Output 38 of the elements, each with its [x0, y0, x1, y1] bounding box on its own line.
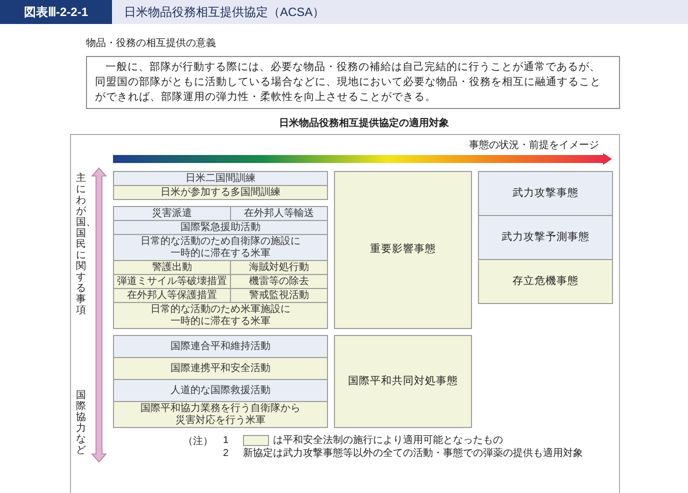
cell-text-line: 災害対応を行う米軍 — [176, 414, 266, 426]
legend-swatch — [243, 435, 269, 446]
situation-box: 武力攻撃予測事態 — [478, 215, 613, 260]
category-cell: 日米二国間訓練 — [113, 171, 328, 186]
cell-text-line: 日常的な活動のため米軍施設に — [150, 304, 290, 316]
category-cell: 在外邦人等保護措置 — [113, 288, 231, 303]
situation-box: 重要影響事態 — [334, 171, 472, 329]
axis-label: 国際協力など — [76, 390, 86, 456]
description-text: 一般に、部隊が行動する際には、必要な物品・役務の補給は自己完結的に行うことが通常であるが、同盟国の部隊がともに活動している場合などに、現地において必要な物品・役務を相互に融通することができれば、部隊運用の弾力性・柔軟性を向上させることができる。 — [86, 56, 620, 109]
note-number: 1 — [223, 434, 230, 447]
category-cell: 在外邦人等輸送 — [230, 206, 328, 221]
category-cell: 海賊対処行動 — [230, 260, 328, 275]
situation-box: 武力攻撃事態 — [478, 171, 613, 216]
category-cell: 国際緊急援助活動 — [113, 220, 328, 235]
category-cell: 国際連携平和安全活動 — [113, 357, 328, 380]
category-cell: 警戒監視活動 — [230, 288, 328, 303]
category-cell: 国際連合平和維持活動 — [113, 335, 328, 358]
note-text: 新協定は武力攻撃事態等以外の全ての活動・事態での弾薬の提供も適用対象 — [243, 447, 583, 460]
note-number: 2 — [223, 447, 230, 460]
section-heading: 物品・役務の相互提供の意義 — [86, 36, 217, 51]
category-cell: 機雷等の除去 — [230, 274, 328, 289]
cell-text-line: 一時的に滞在する米軍 — [170, 316, 270, 328]
cell-text-line: 国際平和協力業務を行う自衛隊から — [140, 402, 300, 414]
notes-label: （注） — [183, 434, 214, 449]
figure-label: 図表Ⅲ-2-2-1 — [0, 0, 112, 24]
note-text: は平和安全法制の施行により適用可能となったもの — [273, 434, 503, 447]
category-cell: 日米が参加する多国間訓練 — [113, 185, 328, 200]
category-cell: 人道的な国際救援活動 — [113, 379, 328, 402]
situation-box: 存立危機事態 — [478, 259, 613, 304]
cell-text-line: 日常的な活動のため自衛隊の施設に — [140, 236, 300, 248]
scale-label: 事態の状況・前提をイメージ — [468, 139, 600, 153]
cell-text-line: 一時的に滞在する米軍 — [170, 248, 270, 260]
situation-box: 国際平和共同対処事態 — [334, 335, 472, 428]
category-cell: 弾道ミサイル等破壊措置 — [113, 274, 231, 289]
figure-title: 日米物品役務相互提供協定（ACSA） — [124, 4, 325, 21]
diagram-title: 日米物品役務相互提供協定の適用対象 — [278, 116, 450, 131]
category-cell: 警護出動 — [113, 260, 231, 275]
category-cell: 災害派遣 — [113, 206, 231, 221]
